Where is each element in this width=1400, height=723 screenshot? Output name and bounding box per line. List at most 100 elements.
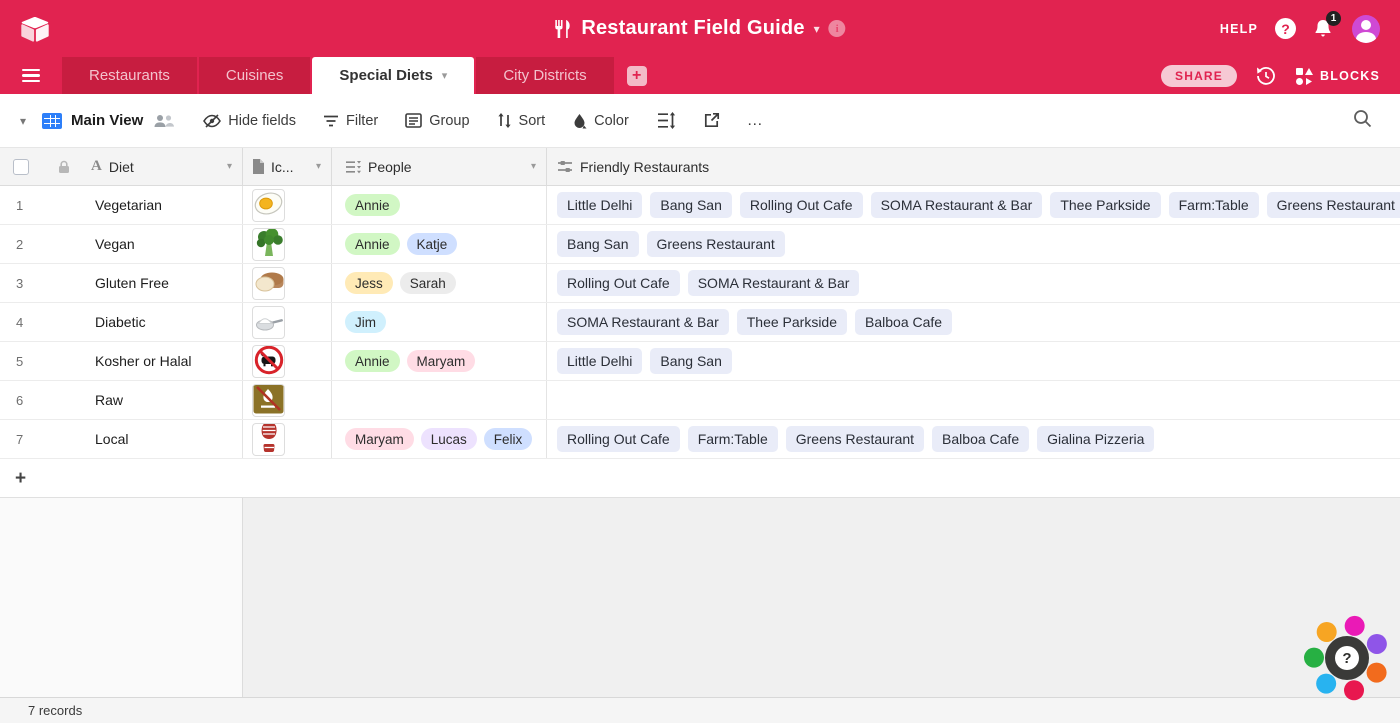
cell-friendly-restaurants[interactable]: Little Delhi Bang San bbox=[547, 342, 1400, 380]
row-number[interactable]: 7 bbox=[0, 420, 91, 458]
person-tag[interactable]: Jim bbox=[345, 311, 386, 333]
linked-record-chip[interactable]: Rolling Out Cafe bbox=[740, 192, 863, 218]
cell-icon[interactable] bbox=[243, 381, 332, 419]
attachment-thumbnail[interactable] bbox=[252, 306, 285, 339]
chevron-down-icon[interactable]: ▾ bbox=[316, 161, 321, 172]
cell-icon[interactable] bbox=[243, 303, 332, 341]
notifications-button[interactable]: 1 bbox=[1313, 18, 1335, 40]
linked-record-chip[interactable]: Greens Restaurant bbox=[647, 231, 785, 257]
question-icon[interactable]: ? bbox=[1275, 18, 1296, 39]
person-tag[interactable]: Annie bbox=[345, 194, 400, 216]
linked-record-chip[interactable]: SOMA Restaurant & Bar bbox=[557, 309, 729, 335]
attachment-thumbnail[interactable] bbox=[252, 345, 285, 378]
linked-record-chip[interactable]: Thee Parkside bbox=[737, 309, 847, 335]
share-button[interactable]: SHARE bbox=[1161, 65, 1237, 87]
column-header-diet[interactable]: A Diet ▾ bbox=[91, 148, 243, 185]
history-icon[interactable] bbox=[1255, 65, 1277, 87]
cell-friendly-restaurants[interactable]: Rolling Out Cafe SOMA Restaurant & Bar bbox=[547, 264, 1400, 302]
cell-icon[interactable] bbox=[243, 186, 332, 224]
linked-record-chip[interactable]: Rolling Out Cafe bbox=[557, 426, 680, 452]
filter-button[interactable]: Filter bbox=[323, 113, 378, 129]
airtable-logo-icon[interactable] bbox=[20, 16, 50, 42]
cell-diet[interactable]: Diabetic bbox=[91, 303, 243, 341]
person-tag[interactable]: Annie bbox=[345, 233, 400, 255]
tab-special-diets[interactable]: Special Diets▾ bbox=[312, 57, 474, 94]
collapse-sidebar-icon[interactable]: ▾ bbox=[20, 114, 26, 128]
linked-record-chip[interactable]: Thee Parkside bbox=[1050, 192, 1160, 218]
linked-record-chip[interactable]: Bang San bbox=[650, 192, 732, 218]
attachment-thumbnail[interactable] bbox=[252, 267, 285, 300]
cell-people[interactable]: Annie Katje bbox=[332, 225, 547, 263]
column-header-friendly-restaurants[interactable]: Friendly Restaurants bbox=[547, 148, 1400, 185]
linked-record-chip[interactable]: Farm:Table bbox=[1169, 192, 1259, 218]
cell-friendly-restaurants[interactable]: Rolling Out Cafe Farm:Table Greens Restaur… bbox=[547, 420, 1400, 458]
cell-friendly-restaurants[interactable]: Bang San Greens Restaurant bbox=[547, 225, 1400, 263]
cell-people[interactable]: Jess Sarah bbox=[332, 264, 547, 302]
blocks-button[interactable]: BLOCKS bbox=[1295, 67, 1380, 85]
linked-record-chip[interactable]: Greens Restaurant bbox=[1267, 192, 1400, 218]
open-view-icon[interactable] bbox=[703, 112, 720, 129]
page-title[interactable]: Restaurant Field Guide bbox=[581, 17, 804, 40]
cell-people[interactable]: Annie bbox=[332, 186, 547, 224]
person-tag[interactable]: Felix bbox=[484, 428, 533, 450]
sort-button[interactable]: Sort bbox=[497, 113, 546, 129]
chevron-down-icon[interactable]: ▾ bbox=[227, 161, 232, 172]
view-name[interactable]: Main View bbox=[71, 112, 143, 129]
linked-record-chip[interactable]: SOMA Restaurant & Bar bbox=[688, 270, 860, 296]
more-options-icon[interactable]: … bbox=[747, 112, 764, 130]
add-row-button[interactable]: + bbox=[0, 459, 1400, 498]
row-number[interactable]: 3 bbox=[0, 264, 91, 302]
linked-record-chip[interactable]: Greens Restaurant bbox=[786, 426, 924, 452]
linked-record-chip[interactable]: Balboa Cafe bbox=[855, 309, 952, 335]
cell-people[interactable] bbox=[332, 381, 547, 419]
linked-record-chip[interactable]: Farm:Table bbox=[688, 426, 778, 452]
hide-fields-button[interactable]: Hide fields bbox=[203, 113, 296, 129]
person-tag[interactable]: Annie bbox=[345, 350, 400, 372]
person-tag[interactable]: Maryam bbox=[345, 428, 414, 450]
tab-cuisines[interactable]: Cuisines bbox=[199, 57, 311, 94]
cell-people[interactable]: Jim bbox=[332, 303, 547, 341]
attachment-thumbnail[interactable] bbox=[252, 228, 285, 261]
row-number[interactable]: 6 bbox=[0, 381, 91, 419]
cell-people[interactable]: Maryam Lucas Felix bbox=[332, 420, 547, 458]
person-tag[interactable]: Maryam bbox=[407, 350, 476, 372]
attachment-thumbnail[interactable] bbox=[252, 384, 285, 417]
row-height-icon[interactable] bbox=[657, 112, 676, 129]
cell-icon[interactable] bbox=[243, 342, 332, 380]
cell-diet[interactable]: Vegetarian bbox=[91, 186, 243, 224]
person-tag[interactable]: Jess bbox=[345, 272, 393, 294]
chevron-down-icon[interactable]: ▾ bbox=[442, 69, 448, 82]
linked-record-chip[interactable]: SOMA Restaurant & Bar bbox=[871, 192, 1043, 218]
row-number[interactable]: 4 bbox=[0, 303, 91, 341]
cell-diet[interactable]: Local bbox=[91, 420, 243, 458]
add-table-button[interactable]: + bbox=[622, 57, 652, 94]
cell-icon[interactable] bbox=[243, 264, 332, 302]
cell-friendly-restaurants[interactable]: Little DelhiBang SanRolling Out CafeSOMA… bbox=[547, 186, 1400, 224]
row-number[interactable]: 2 bbox=[0, 225, 91, 263]
person-tag[interactable]: Lucas bbox=[421, 428, 477, 450]
help-widget[interactable]: ? bbox=[1302, 613, 1392, 703]
linked-record-chip[interactable]: Bang San bbox=[650, 348, 732, 374]
tab-city-districts[interactable]: City Districts bbox=[476, 57, 613, 94]
cell-friendly-restaurants[interactable] bbox=[547, 381, 1400, 419]
linked-record-chip[interactable]: Little Delhi bbox=[557, 348, 642, 374]
linked-record-chip[interactable]: Rolling Out Cafe bbox=[557, 270, 680, 296]
linked-record-chip[interactable]: Bang San bbox=[557, 231, 639, 257]
cell-friendly-restaurants[interactable]: SOMA Restaurant & Bar Thee Parkside Balboa… bbox=[547, 303, 1400, 341]
row-number[interactable]: 5 bbox=[0, 342, 91, 380]
cell-people[interactable]: Annie Maryam bbox=[332, 342, 547, 380]
info-icon[interactable]: i bbox=[829, 20, 846, 37]
attachment-thumbnail[interactable] bbox=[252, 423, 285, 456]
avatar[interactable] bbox=[1352, 15, 1380, 43]
cell-icon[interactable] bbox=[243, 225, 332, 263]
color-button[interactable]: Color bbox=[572, 113, 629, 129]
person-tag[interactable]: Sarah bbox=[400, 272, 456, 294]
group-button[interactable]: Group bbox=[405, 113, 469, 129]
hamburger-menu-icon[interactable] bbox=[0, 57, 62, 94]
select-all-checkbox[interactable] bbox=[13, 159, 29, 175]
linked-record-chip[interactable]: Gialina Pizzeria bbox=[1037, 426, 1154, 452]
person-tag[interactable]: Katje bbox=[407, 233, 458, 255]
help-button[interactable]: HELP bbox=[1220, 22, 1258, 36]
cell-diet[interactable]: Raw bbox=[91, 381, 243, 419]
column-header-people[interactable]: People ▾ bbox=[332, 148, 547, 185]
